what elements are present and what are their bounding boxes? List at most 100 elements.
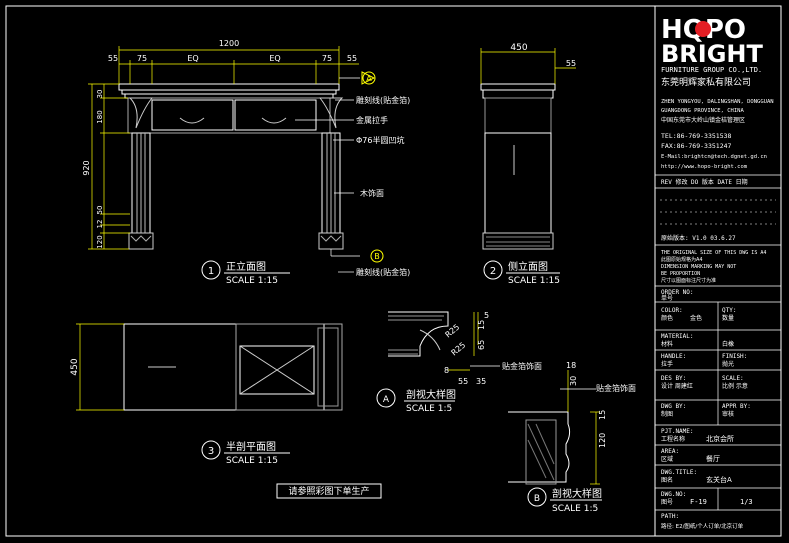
detail-a-dims	[448, 312, 479, 371]
address-1: ZHEN YONGYOU, DALINGSHAN, DONGGUAN	[661, 99, 774, 105]
note1: THE ORIGINAL SIZE OF THIS DWG IS A4	[661, 250, 766, 256]
dwg-no-value: F-19	[690, 498, 707, 506]
pjt-label: PJT.NAME:	[661, 428, 694, 435]
dim-top-0: 55	[108, 54, 118, 63]
dim-top-3: EQ	[269, 54, 280, 63]
dim-left-0: 30	[96, 90, 104, 99]
detail-a-dim-1: 15	[477, 320, 486, 330]
logo-red-dot	[695, 21, 711, 37]
dwg-by-cn: 制图	[661, 410, 673, 418]
dim-top-2: EQ	[187, 54, 198, 63]
material-label: MATERIAL:	[661, 333, 694, 340]
plan-title: 半剖平面图	[226, 440, 276, 453]
dim-left-5: 120	[96, 235, 104, 248]
detail-a-scale: SCALE 1:5	[406, 404, 452, 414]
label-profile: Φ76半圆凹坑	[356, 135, 404, 145]
finish-label: FINISH:	[722, 353, 747, 360]
side-scale: SCALE 1:15	[508, 276, 560, 286]
side-title: 侧立面图	[508, 260, 548, 273]
label-wood: 木饰面	[360, 188, 384, 198]
pjt-value: 北京会所	[706, 434, 734, 443]
address-3: 中国东莞市大岭山镇金桔管理区	[661, 116, 745, 124]
dwg-no-label: DWG.NO:	[661, 491, 686, 498]
side-dimensions	[480, 48, 576, 84]
des-label: DES BY:	[661, 375, 686, 382]
path-value: 路径: E2/图纸/个人订单/北京订单	[661, 522, 744, 530]
callout-a-letter: A	[366, 74, 372, 83]
dwg-title-cn: 图名	[661, 476, 673, 484]
side-title-number: 2	[490, 266, 496, 277]
dim-left-3: 50	[96, 206, 104, 215]
fax: FAX:86-769-3351247	[661, 142, 732, 150]
plan-view	[123, 323, 343, 411]
sheet-number: 1/3	[740, 498, 753, 506]
dim-top-1: 75	[137, 54, 147, 63]
dim-top-5: 55	[347, 54, 357, 63]
detail-b-dim-1: 30	[569, 376, 578, 386]
material-value: 白橡	[722, 340, 734, 348]
material-cn: 材料	[661, 340, 673, 348]
callout-b-letter: B	[374, 252, 380, 261]
qty-label: QTY:	[722, 307, 736, 314]
email: E-Mail:brightcn@tech.dgnet.gd.cn	[661, 154, 767, 160]
cad-drawing: 1200 55 75 EQ EQ 75 55 30 180 920 50 12 …	[5, 5, 782, 537]
area-label: AREA:	[661, 448, 679, 455]
area-cn: 区域	[661, 455, 673, 463]
logo-bottom: BRIGHT	[661, 40, 763, 68]
detail-a-r2: R25	[450, 341, 468, 358]
appr-label: APPR BY:	[722, 403, 751, 410]
side-width: 450	[510, 43, 527, 53]
qty-value: 数量	[722, 314, 734, 322]
front-title: 正立面图	[226, 260, 266, 273]
front-scale: SCALE 1:15	[226, 276, 278, 286]
area-value: 餐厅	[706, 454, 720, 463]
finish-value: 抛光	[722, 360, 734, 368]
detail-a	[388, 311, 449, 357]
detail-b-dim-0: 18	[566, 361, 576, 370]
detail-a-title-letter: A	[383, 395, 390, 405]
detail-b-dim-3: 120	[598, 433, 607, 448]
detail-a-r1: R25	[444, 323, 462, 340]
plan-scale: SCALE 1:15	[226, 456, 278, 466]
detail-a-dim-0: 5	[484, 311, 489, 320]
company-cn: 东莞明辉家私有限公司	[661, 76, 751, 88]
appr-cn: 审核	[722, 410, 734, 418]
note3: DIMENSION MARKING MAY NOT	[661, 264, 736, 270]
address-2: GUANGDONG PROVINCE, CHINA	[661, 108, 744, 114]
des-cn: 设计 周建红	[661, 382, 693, 390]
pjt-cn: 工程名称	[661, 435, 685, 443]
dim-left-2: 920	[82, 160, 91, 175]
detail-a-dim-2: 65	[477, 340, 486, 350]
order-cn: 单号	[661, 294, 673, 302]
plan-title-number: 3	[208, 446, 214, 457]
revision: 原始版本: V1.0 03.6.27	[661, 234, 736, 242]
overall-width-label: 1200	[219, 39, 239, 48]
note5: 尺寸以图面标注尺寸为准	[661, 277, 716, 284]
label-carving: 雕刻线(贴金箔)	[356, 95, 410, 105]
label-handle: 金属拉手	[356, 115, 388, 125]
note2: 此图原始规格为A4	[661, 256, 703, 263]
company-en: FURNITURE GROUP CO.,LTD.	[661, 66, 762, 74]
detail-a-label: 贴金箔饰面	[502, 361, 542, 371]
dwg-by-label: DWG BY:	[661, 403, 686, 410]
label-carving-bottom: 雕刻线(贴金箔)	[356, 267, 410, 277]
rev-header: REV 修改 DO 版本 DATE 日期	[661, 178, 748, 186]
detail-b-label: 贴金箔饰面	[596, 383, 636, 393]
dwg-no-cn: 图号	[661, 499, 673, 506]
detail-b-title-letter: B	[534, 494, 540, 504]
color-value: 金色	[690, 314, 702, 322]
front-title-number: 1	[208, 266, 214, 277]
detail-a-dim-3: 8	[444, 366, 449, 375]
dim-left-1: 180	[96, 110, 104, 123]
handle-label: HANDLE:	[661, 353, 686, 360]
plan-dimensions	[76, 323, 124, 411]
note-text: 请参照彩图下单生产	[288, 485, 369, 497]
dim-left-4: 12	[96, 220, 104, 229]
side-dim-right: 55	[566, 59, 576, 68]
color-cn: 颜色	[661, 314, 673, 322]
detail-b	[508, 411, 571, 485]
detail-b-dim-2: 15	[598, 410, 607, 420]
detail-a-dim-5: 35	[476, 377, 486, 386]
detail-b-title: 剖视大样图	[552, 487, 602, 500]
detail-b-scale: SCALE 1:5	[552, 504, 598, 514]
